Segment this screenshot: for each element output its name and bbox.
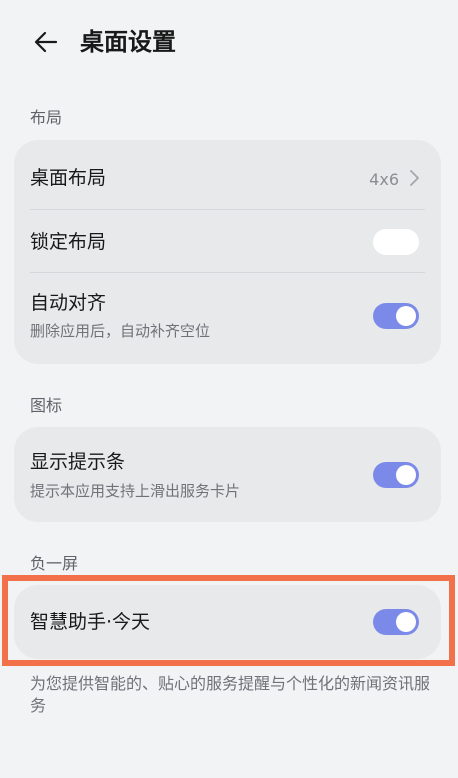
desktop-layout-row[interactable]: 桌面布局 4x6 [14, 140, 441, 210]
lock-layout-row[interactable]: 锁定布局 [14, 210, 441, 273]
desktop-layout-title: 桌面布局 [30, 167, 107, 189]
back-button[interactable] [28, 24, 64, 60]
auto-align-subtitle: 删除应用后，自动补齐空位 [30, 322, 211, 340]
page-title: 桌面设置 [80, 28, 176, 56]
chevron-right-icon [410, 170, 419, 186]
header: 桌面设置 [0, 0, 458, 84]
section-label-icons: 图标 [30, 396, 63, 415]
lock-layout-title: 锁定布局 [30, 231, 107, 253]
highlight-box [2, 575, 455, 666]
show-hint-bar-subtitle: 提示本应用支持上滑出服务卡片 [30, 482, 241, 500]
section-label-negative-one-screen: 负一屏 [30, 554, 79, 573]
auto-align-title: 自动对齐 [30, 292, 107, 314]
section-label-layout: 布局 [30, 108, 63, 127]
show-hint-bar-row[interactable]: 显示提示条 提示本应用支持上滑出服务卡片 [14, 427, 441, 522]
lock-layout-toggle[interactable] [373, 229, 419, 255]
auto-align-toggle[interactable] [373, 303, 419, 329]
desktop-layout-value: 4x6 [369, 170, 399, 189]
show-hint-bar-toggle[interactable] [373, 462, 419, 488]
smart-assistant-description: 为您提供智能的、贴心的服务提醒与个性化的新闻资讯服务 [30, 674, 431, 715]
layout-card: 桌面布局 4x6 锁定布局 自动对齐 删除应用后，自动补齐空位 [14, 140, 441, 364]
toggle-knob [396, 465, 416, 485]
arrow-left-icon [34, 31, 58, 53]
show-hint-bar-title: 显示提示条 [30, 451, 126, 473]
auto-align-row[interactable]: 自动对齐 删除应用后，自动补齐空位 [14, 273, 441, 364]
icons-card: 显示提示条 提示本应用支持上滑出服务卡片 [14, 427, 441, 522]
toggle-knob [396, 306, 416, 326]
toggle-knob [376, 232, 396, 252]
